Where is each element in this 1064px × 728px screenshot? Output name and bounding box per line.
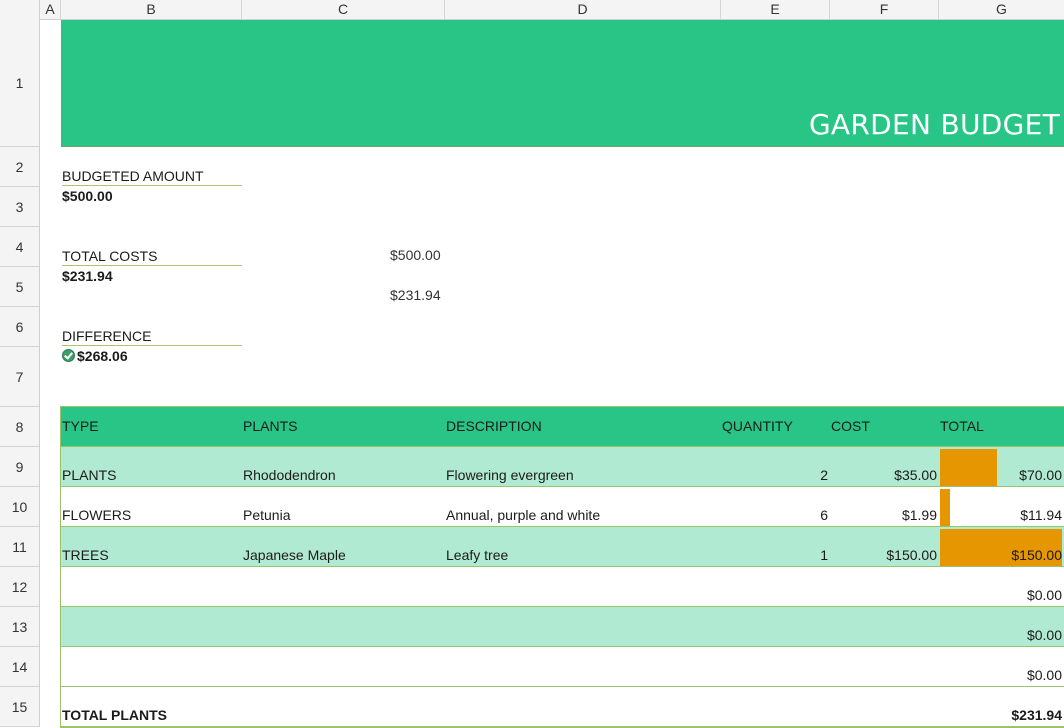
plant-cell[interactable]: Petunia	[243, 507, 290, 523]
table-row: $0.00	[61, 647, 1064, 687]
page-title: GARDEN BUDGET	[808, 108, 1060, 141]
check-circle-icon	[62, 349, 75, 362]
cost-cell[interactable]: $150.00	[886, 547, 937, 563]
select-all-corner[interactable]	[0, 0, 40, 19]
row-header-9[interactable]: 9	[0, 447, 39, 487]
quantity-cell[interactable]: 6	[820, 507, 828, 523]
total-cell[interactable]: $11.94	[1020, 507, 1062, 523]
header-plants[interactable]: PLANTS	[243, 418, 297, 434]
budget-table: TYPE PLANTS DESCRIPTION QUANTITY COST TO…	[60, 406, 1064, 728]
description-cell[interactable]: Annual, purple and white	[446, 507, 600, 523]
column-header-a[interactable]: A	[40, 0, 61, 19]
total-cell[interactable]: $0.00	[1027, 627, 1062, 643]
total-cell[interactable]: $0.00	[1027, 587, 1062, 603]
type-cell[interactable]: PLANTS	[62, 467, 116, 483]
table-total-row: TOTAL PLANTS $231.94	[61, 687, 1064, 727]
row-header-15[interactable]: 15	[0, 687, 39, 727]
table-row: $0.00	[61, 567, 1064, 607]
total-plants-label[interactable]: TOTAL PLANTS	[62, 707, 167, 723]
row-header-12[interactable]: 12	[0, 567, 39, 607]
type-cell[interactable]: TREES	[62, 547, 109, 563]
title-banner[interactable]: GARDEN BUDGET	[61, 20, 1064, 147]
difference-value: $268.06	[77, 348, 128, 364]
row-header-10[interactable]: 10	[0, 487, 39, 527]
column-header-bar: A B C D E F G	[0, 0, 1064, 20]
row-header-11[interactable]: 11	[0, 527, 39, 567]
table-row: TREES Japanese Maple Leafy tree 1 $150.0…	[61, 527, 1064, 567]
row-header-2[interactable]: 2	[0, 147, 39, 187]
total-plants-value[interactable]: $231.94	[1011, 707, 1062, 723]
total-costs-value[interactable]: $231.94	[62, 268, 113, 284]
description-cell[interactable]: Flowering evergreen	[446, 467, 574, 483]
header-type[interactable]: TYPE	[62, 418, 99, 434]
table-row: PLANTS Rhododendron Flowering evergreen …	[61, 447, 1064, 487]
description-cell[interactable]: Leafy tree	[446, 547, 508, 563]
row-header-6[interactable]: 6	[0, 307, 39, 347]
total-data-bar	[940, 489, 950, 526]
header-description[interactable]: DESCRIPTION	[446, 418, 542, 434]
difference-label: DIFFERENCE	[62, 328, 242, 346]
column-header-c[interactable]: C	[242, 0, 445, 19]
quantity-cell[interactable]: 2	[820, 467, 828, 483]
row-header-1[interactable]: 1	[0, 19, 39, 147]
row-header-14[interactable]: 14	[0, 647, 39, 687]
column-header-e[interactable]: E	[721, 0, 830, 19]
column-header-g[interactable]: G	[939, 0, 1064, 19]
row-header-7[interactable]: 7	[0, 347, 39, 407]
quantity-cell[interactable]: 1	[820, 547, 828, 563]
total-cell[interactable]: $150.00	[1011, 547, 1062, 563]
row-header-4[interactable]: 4	[0, 227, 39, 267]
row-header-8[interactable]: 8	[0, 407, 39, 447]
column-header-d[interactable]: D	[445, 0, 721, 19]
total-cell[interactable]: $0.00	[1027, 667, 1062, 683]
budgeted-amount-label: BUDGETED AMOUNT	[62, 168, 242, 186]
header-quantity[interactable]: QUANTITY	[722, 418, 793, 434]
plant-cell[interactable]: Rhododendron	[243, 467, 336, 483]
difference-row[interactable]: $268.06	[62, 348, 128, 364]
header-cost[interactable]: COST	[831, 418, 870, 434]
table-header-row: TYPE PLANTS DESCRIPTION QUANTITY COST TO…	[61, 407, 1064, 447]
budgeted-amount-value[interactable]: $500.00	[62, 188, 113, 204]
chart-costs-value[interactable]: $231.94	[390, 287, 441, 303]
column-header-f[interactable]: F	[830, 0, 939, 19]
table-row: FLOWERS Petunia Annual, purple and white…	[61, 487, 1064, 527]
total-costs-label: TOTAL COSTS	[62, 248, 242, 266]
chart-budget-value[interactable]: $500.00	[390, 247, 441, 263]
row-header-bar: 1 2 3 4 5 6 7 8 9 10 11 12 13 14 15	[0, 19, 40, 727]
cost-cell[interactable]: $35.00	[894, 467, 937, 483]
total-cell[interactable]: $70.00	[1019, 467, 1062, 483]
header-total[interactable]: TOTAL	[940, 418, 984, 434]
type-cell[interactable]: FLOWERS	[62, 507, 131, 523]
cost-cell[interactable]: $1.99	[902, 507, 937, 523]
row-header-13[interactable]: 13	[0, 607, 39, 647]
plant-cell[interactable]: Japanese Maple	[243, 547, 346, 563]
row-header-3[interactable]: 3	[0, 187, 39, 227]
table-row: $0.00	[61, 607, 1064, 647]
column-header-b[interactable]: B	[61, 0, 242, 19]
row-header-5[interactable]: 5	[0, 267, 39, 307]
total-data-bar	[940, 449, 997, 486]
